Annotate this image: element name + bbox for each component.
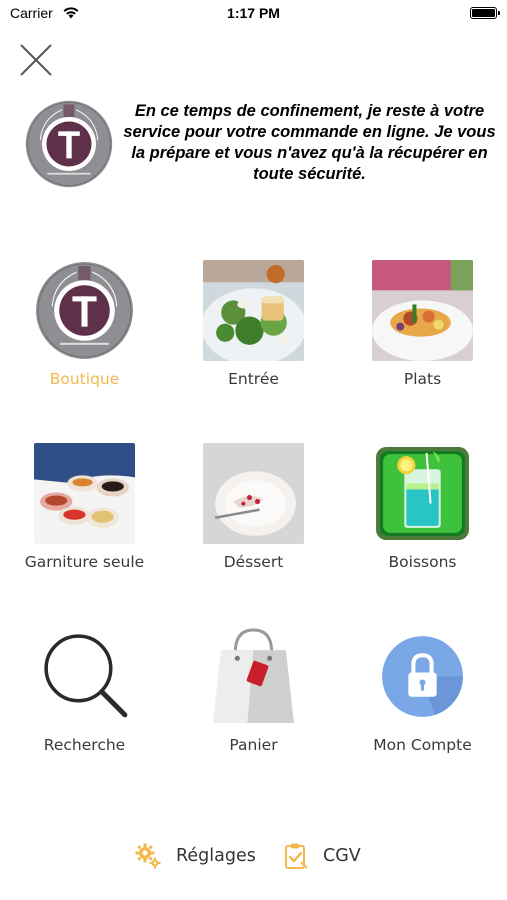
clipboard-check-icon (285, 843, 308, 869)
lock-icon (372, 626, 473, 727)
settings-link[interactable]: Réglages (134, 836, 256, 876)
menu-item-recherche[interactable]: Recherche (0, 626, 169, 786)
plats-photo (372, 260, 473, 361)
menu-label-plats: Plats (403, 370, 442, 388)
menu-item-boissons[interactable]: Boissons (338, 443, 507, 603)
menu-item-plats[interactable]: Plats (338, 260, 507, 420)
close-icon (20, 44, 52, 76)
menu-label-boutique: Boutique (49, 370, 120, 388)
brand-logo (24, 99, 114, 189)
terms-link[interactable]: CGV (283, 836, 361, 876)
menu-item-garniture[interactable]: Garniture seule (0, 443, 169, 603)
menu-item-dessert[interactable]: Déssert (169, 443, 338, 603)
menu-item-boutique[interactable]: Boutique (0, 260, 169, 420)
menu-label-recherche: Recherche (43, 736, 126, 754)
menu-label-dessert: Déssert (223, 553, 284, 571)
header-message: En ce temps de confinement, je reste à v… (123, 102, 496, 183)
menu-item-panier[interactable]: Panier (169, 626, 338, 786)
menu-item-entree[interactable]: Entrée (169, 260, 338, 420)
menu-label-boissons: Boissons (388, 553, 457, 571)
battery-icon (470, 7, 500, 19)
footer-bar: Réglages CGV (0, 836, 507, 876)
terms-label: CGV (323, 846, 361, 866)
status-bar: Carrier 1:17 PM (0, 0, 507, 28)
shopping-bag-icon (203, 626, 304, 727)
menu-label-mon-compte: Mon Compte (373, 736, 472, 754)
boutique-logo-icon (34, 260, 135, 361)
menu-label-entree: Entrée (228, 370, 279, 388)
dessert-photo (203, 443, 304, 544)
status-time: 1:17 PM (227, 5, 280, 21)
menu-label-garniture: Garniture seule (24, 553, 145, 571)
menu-item-mon-compte[interactable]: Mon Compte (338, 626, 507, 786)
boissons-icon (372, 443, 473, 544)
settings-label: Réglages (176, 846, 256, 866)
gear-icon (135, 843, 161, 869)
garniture-photo (34, 443, 135, 544)
search-icon (34, 626, 135, 727)
entree-photo (203, 260, 304, 361)
close-button[interactable] (18, 42, 54, 78)
menu-label-panier: Panier (229, 736, 278, 754)
